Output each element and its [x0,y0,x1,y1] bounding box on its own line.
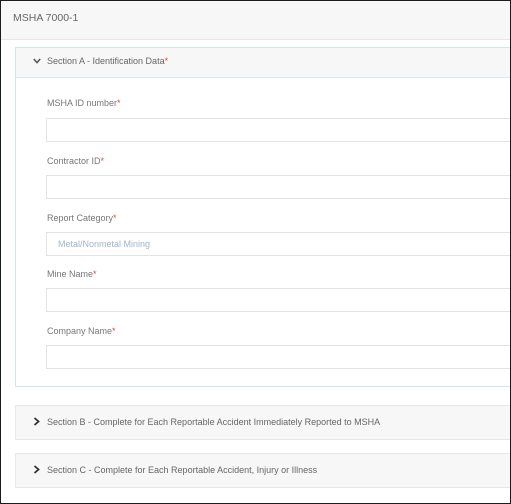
msha-id-label: MSHA ID number* [47,98,121,108]
company-name-label-text: Company Name [47,326,113,336]
required-marker: * [100,156,105,166]
required-marker: * [164,56,169,66]
section-b-title: Section B - Complete for Each Reportable… [47,417,381,427]
form-title: MSHA 7000-1 [13,12,79,24]
required-marker: * [112,326,116,336]
section-b-title-wrap: Section B - Complete for Each Reportable… [33,417,380,427]
required-marker: * [113,213,117,223]
mine-name-label: Mine Name* [47,269,97,279]
report-category-label-text: Report Category [47,213,114,223]
report-category-input[interactable] [46,232,510,256]
chevron-right-icon [33,465,40,474]
section-a-title-wrap: Section A - Identification Data* [33,56,168,66]
report-category-label: Report Category* [47,213,117,223]
section-a-panel: Section A - Identification Data* MSHA ID… [15,47,510,387]
section-b-header[interactable]: Section B - Complete for Each Reportable… [15,405,510,440]
chevron-down-icon [33,58,41,64]
mine-name-input[interactable] [46,288,510,312]
msha-id-input[interactable] [46,118,510,142]
mine-name-label-text: Mine Name [47,269,94,279]
form-header: MSHA 7000-1 [1,1,510,40]
company-name-label: Company Name* [47,326,116,336]
required-marker: * [117,98,121,108]
section-a-header[interactable]: Section A - Identification Data* [16,48,510,78]
section-c-title-wrap: Section C - Complete for Each Reportable… [33,465,317,475]
contractor-id-input[interactable] [46,175,510,199]
required-marker: * [93,269,97,279]
chevron-right-icon [33,417,40,426]
section-c-title: Section C - Complete for Each Reportable… [47,465,318,475]
section-c-header[interactable]: Section C - Complete for Each Reportable… [15,453,510,488]
company-name-input[interactable] [46,345,510,369]
contractor-id-label-text: Contractor ID [47,156,101,166]
contractor-id-label: Contractor ID* [47,156,104,166]
msha-id-label-text: MSHA ID number [47,98,118,108]
section-a-title: Section A - Identification Data [47,56,165,66]
form-window: MSHA 7000-1 Section A - Identification D… [0,0,511,504]
